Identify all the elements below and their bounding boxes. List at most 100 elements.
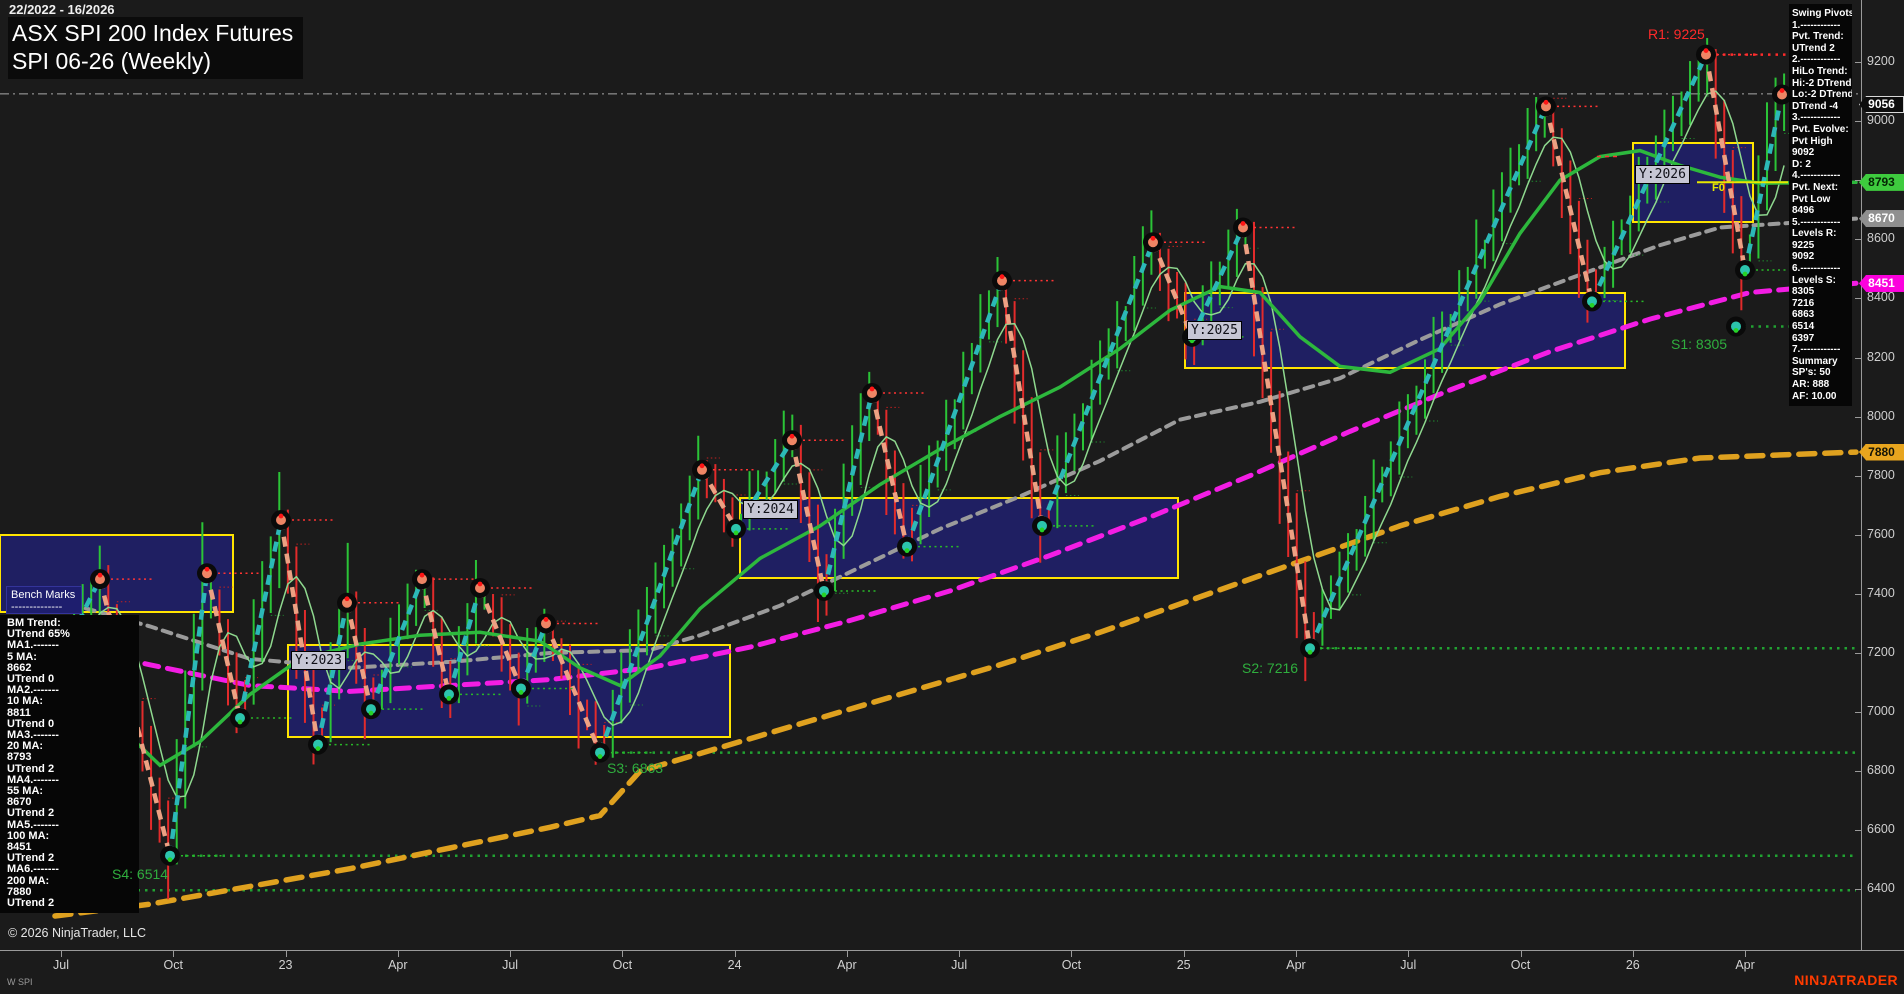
swing-pivots-line: 8496 bbox=[1792, 205, 1815, 217]
price-tick bbox=[1855, 593, 1862, 595]
price-tick bbox=[1855, 121, 1862, 123]
bench-marks-label[interactable]: Bench Marks -------------- bbox=[6, 586, 83, 614]
swing-pivots-line: Pvt High bbox=[1792, 135, 1833, 147]
year-box-label-2024[interactable]: Y:2024 bbox=[743, 500, 798, 519]
time-tick-label: Oct bbox=[1061, 958, 1082, 972]
bench-marks-line: 7880 bbox=[7, 886, 32, 898]
swing-pivots-line: HiLo Trend: bbox=[1792, 65, 1848, 77]
swing-pivots-line: 7216 bbox=[1792, 297, 1815, 309]
time-tick bbox=[1520, 950, 1522, 957]
price-tick bbox=[1855, 653, 1862, 654]
bench-marks-line: MA2.------- bbox=[7, 685, 59, 697]
price-tick bbox=[1855, 712, 1862, 714]
price-tick bbox=[1855, 534, 1862, 536]
bench-marks-title: Bench Marks bbox=[11, 589, 76, 601]
fib-f0-label[interactable]: F0 bbox=[1712, 182, 1725, 194]
time-tick-label: Oct bbox=[163, 958, 183, 972]
swing-pivots-line: Pvt. Evolve: bbox=[1792, 123, 1849, 135]
bench-marks-line: UTrend 2 bbox=[7, 808, 55, 820]
swing-pivots-line: Levels R: bbox=[1792, 228, 1837, 240]
time-tick-label: 26 bbox=[1625, 958, 1640, 972]
time-tick-label: Jul bbox=[1400, 958, 1417, 972]
time-tick-label: Apr bbox=[388, 958, 408, 972]
time-tick-label: 25 bbox=[1176, 958, 1191, 972]
swing-pivots-panel[interactable]: Swing Pivots 1.------------ Pvt. Trend: UTr… bbox=[1789, 4, 1852, 407]
bench-marks-divider: -------------- bbox=[11, 601, 63, 613]
instrument-name: ASX SPI 200 Index Futures bbox=[12, 20, 294, 46]
bench-marks-line: 8662 bbox=[7, 662, 32, 674]
bench-marks-line: 8451 bbox=[7, 842, 32, 854]
time-tick-label: Jul bbox=[502, 958, 519, 972]
time-tick bbox=[1745, 950, 1747, 957]
s4-label[interactable]: S4: 6514 bbox=[112, 866, 168, 882]
price-tick-label: 8000 bbox=[1867, 408, 1895, 423]
time-tick-label: Oct bbox=[1510, 958, 1531, 972]
price-tick-label: 8600 bbox=[1867, 231, 1895, 246]
swing-pivots-line: 1.------------ bbox=[1792, 19, 1841, 31]
swing-pivots-line: D: 2 bbox=[1792, 158, 1811, 170]
swing-pivots-line: 5.------------ bbox=[1792, 216, 1841, 228]
swing-pivots-line: Hi:-2 DTrend bbox=[1792, 77, 1852, 89]
bench-marks-line: 20 MA: bbox=[7, 741, 44, 753]
price-tick-label: 9200 bbox=[1867, 54, 1895, 68]
swing-pivots-line: 2.------------ bbox=[1792, 54, 1841, 66]
price-marker-9056: 9056 bbox=[1859, 96, 1904, 114]
bench-marks-line: 5 MA: bbox=[7, 651, 37, 663]
price-chart-canvas[interactable] bbox=[0, 0, 1904, 950]
swing-pivots-line: 3.------------ bbox=[1792, 112, 1841, 124]
price-marker-8670: 8670 bbox=[1859, 210, 1904, 228]
time-tick bbox=[1632, 950, 1634, 957]
bench-marks-line: BM Trend: bbox=[7, 618, 61, 629]
year-box-label-2026[interactable]: Y:2026 bbox=[1635, 165, 1690, 184]
price-tick bbox=[1855, 771, 1862, 773]
time-tick bbox=[622, 950, 624, 957]
swing-leg bbox=[167, 572, 210, 857]
year-box-label-2025[interactable]: Y:2025 bbox=[1187, 321, 1242, 340]
swing-pivots-line: 7.------------ bbox=[1792, 344, 1841, 356]
price-tick-label: 6600 bbox=[1867, 822, 1895, 837]
s2-label[interactable]: S2: 7216 bbox=[1242, 660, 1298, 676]
bench-marks-line: 55 MA: bbox=[7, 786, 44, 798]
ninjatrader-chart-window: 9200900088008600840082008000780076007400… bbox=[0, 0, 1904, 994]
time-tick bbox=[959, 950, 961, 957]
time-tick bbox=[1295, 950, 1297, 957]
swing-pivots-line: Lo:-2 DTrend bbox=[1792, 89, 1852, 101]
bench-marks-line: 8793 bbox=[7, 752, 32, 764]
price-marker-8451: 8451 bbox=[1859, 274, 1904, 292]
swing-pivots-line: 9092 bbox=[1792, 251, 1815, 263]
time-tick bbox=[285, 950, 287, 957]
swing-leg bbox=[1039, 241, 1156, 527]
time-tick-label: Oct bbox=[612, 958, 633, 972]
price-tick-label: 7400 bbox=[1867, 585, 1895, 600]
chart-title: ASX SPI 200 Index Futures SPI 06-26 (Wee… bbox=[8, 17, 304, 79]
bench-marks-line: 100 MA: bbox=[7, 830, 50, 842]
price-tick-label: 6800 bbox=[1867, 763, 1895, 778]
price-tick-label: 8200 bbox=[1867, 349, 1895, 364]
swing-pivots-line: SP's: 50 bbox=[1792, 367, 1831, 379]
price-tick bbox=[1855, 475, 1862, 477]
s3-label[interactable]: S3: 6863 bbox=[607, 760, 663, 776]
ninjatrader-logo: NINJATRADER bbox=[1794, 972, 1898, 988]
price-tick bbox=[1855, 889, 1862, 891]
time-tick bbox=[734, 950, 736, 957]
bench-marks-line: 8670 bbox=[7, 797, 32, 809]
price-tick bbox=[1855, 239, 1862, 241]
swing-pivots-line: 6863 bbox=[1792, 309, 1815, 321]
swing-pivots-line: AR: 888 bbox=[1792, 379, 1830, 390]
price-tick-label: 8400 bbox=[1867, 290, 1895, 305]
price-tick bbox=[1855, 357, 1862, 359]
swing-pivots-line: Pvt Low bbox=[1792, 193, 1831, 205]
bench-marks-line: UTrend 2 bbox=[7, 853, 55, 865]
price-tick-label: 6400 bbox=[1867, 881, 1895, 896]
time-tick-label: Jul bbox=[951, 958, 968, 972]
year-box-label-2023[interactable]: Y:2023 bbox=[291, 651, 346, 670]
year-box bbox=[1184, 292, 1626, 369]
price-marker-8793: 8793 bbox=[1859, 173, 1904, 191]
swing-pivots-line: AF: 10.00 bbox=[1792, 390, 1837, 402]
bench-marks-line: 10 MA: bbox=[7, 696, 44, 708]
bench-marks-line: MA1.------- bbox=[7, 640, 59, 652]
time-tick-label: 23 bbox=[278, 958, 293, 972]
s1-label[interactable]: S1: 8305 bbox=[1671, 336, 1727, 352]
r1-label[interactable]: R1: 9225 bbox=[1648, 26, 1705, 42]
price-tick-label: 7800 bbox=[1867, 467, 1895, 482]
